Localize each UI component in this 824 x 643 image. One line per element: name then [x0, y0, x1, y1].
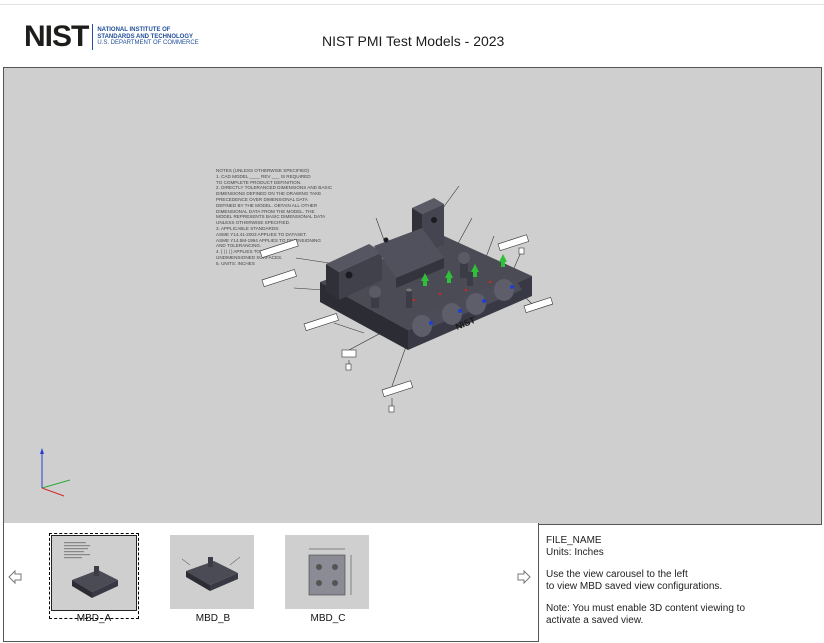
- logo-line-3: U.S. DEPARTMENT OF COMMERCE: [97, 40, 199, 47]
- view-thumb-mbd-c[interactable]: MBD_C: [285, 535, 371, 624]
- part-body: NIST: [320, 198, 532, 350]
- view-thumb-mbd-b[interactable]: MBD_B: [170, 535, 256, 624]
- 3d-viewport[interactable]: NOTES (UNLESS OTHERWISE SPECIFIED) 1. CA…: [3, 67, 822, 525]
- note-line-1: Note: You must enable 3D content viewing…: [546, 603, 746, 614]
- page-title: NIST PMI Test Models - 2023: [322, 33, 505, 49]
- header: NIST NATIONAL INSTITUTE OF STANDARDS AND…: [0, 5, 824, 67]
- view-thumb-mbd-a[interactable]: MBD_A: [49, 533, 139, 624]
- instructions-line-1: Use the view carousel to the left: [546, 569, 688, 580]
- thumb-image: [285, 535, 369, 609]
- thumb-image: [170, 535, 254, 609]
- view-label: MBD_C: [310, 613, 346, 624]
- axis-triad-icon: [40, 448, 71, 497]
- view-carousel: MBD_A MBD_B MBD_C: [3, 523, 539, 642]
- arrow-left-icon[interactable]: [7, 569, 23, 585]
- arrow-right-icon[interactable]: [516, 569, 532, 585]
- view-label: MBD_B: [195, 613, 231, 624]
- instructions-line-2: to view MBD saved view configurations.: [546, 581, 723, 592]
- info-panel: FILE_NAME Units: Inches Use the view car…: [546, 535, 816, 627]
- logo-divider: [92, 24, 94, 50]
- thumb-image: [51, 535, 137, 611]
- note-line-2: activate a saved view.: [546, 615, 644, 626]
- logo-mark: NIST: [24, 20, 89, 53]
- nist-logo: NIST NATIONAL INSTITUTE OF STANDARDS AND…: [24, 22, 199, 52]
- view-label: MBD_A: [76, 613, 112, 624]
- units-label: Units: Inches: [546, 547, 604, 558]
- 3d-model-canvas[interactable]: NIST: [4, 68, 821, 524]
- file-name: FILE_NAME: [546, 535, 602, 546]
- bottom-panel: MBD_A MBD_B MBD_C FILE_NAME Units: Inche…: [0, 523, 824, 643]
- logo-text: NATIONAL INSTITUTE OF STANDARDS AND TECH…: [97, 27, 198, 47]
